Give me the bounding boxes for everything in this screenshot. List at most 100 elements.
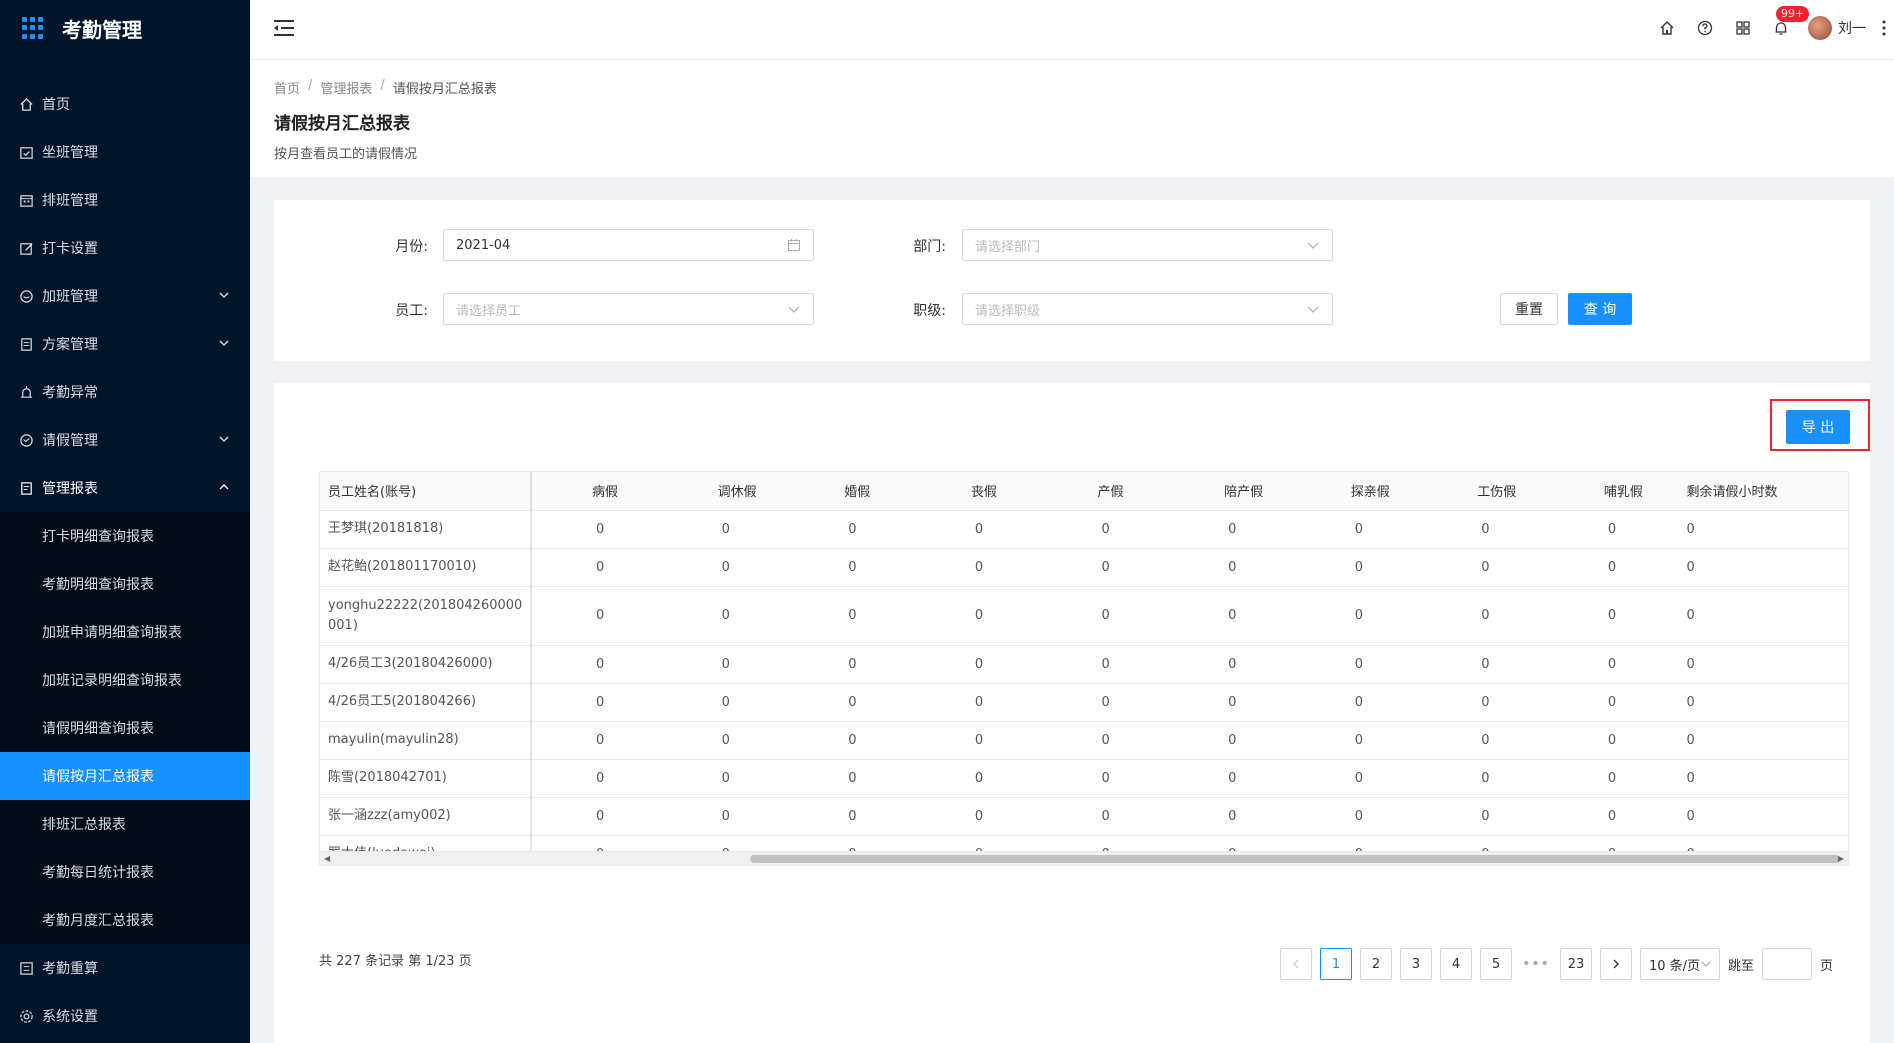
sidebar-item[interactable]: 管理报表 <box>0 464 250 512</box>
page-button[interactable]: 5 <box>1480 948 1512 980</box>
edit-icon <box>18 240 34 256</box>
sidebar-item[interactable]: 考勤异常 <box>0 368 250 416</box>
sidebar: 考勤管理 首页坐班管理 排班管理 打卡设置 加班管理 方案管理 考勤异常 请假管理管理报表打… <box>0 0 250 1043</box>
month-picker[interactable]: 2021-04 <box>443 229 814 261</box>
leave-value-cell: 0 <box>1290 645 1418 684</box>
leave-value-cell: 0 <box>1543 683 1671 722</box>
sidebar-subitem[interactable]: 加班记录明细查询报表 <box>0 656 250 704</box>
settings-icon <box>18 1008 34 1024</box>
chevron-up-icon <box>219 484 229 490</box>
breadcrumb-home[interactable]: 首页 <box>274 78 300 97</box>
leave-value-cell: 0 <box>1417 645 1544 684</box>
scroll-left-icon[interactable]: ◀ <box>324 854 330 863</box>
sidebar-menu: 首页坐班管理 排班管理 打卡设置 加班管理 方案管理 考勤异常 请假管理管理报表打卡明细查询… <box>0 80 250 1040</box>
scroll-right-icon[interactable]: ▶ <box>1838 854 1844 863</box>
sidebar-subitem[interactable]: 排班汇总报表 <box>0 800 250 848</box>
page-ellipsis[interactable]: ••• <box>1520 956 1552 972</box>
sidebar-subitem[interactable]: 请假明细查询报表 <box>0 704 250 752</box>
leave-value-cell: 0 <box>910 721 1038 760</box>
leave-value-cell: 0 <box>1670 510 1848 549</box>
avatar[interactable] <box>1808 16 1832 40</box>
sidebar-item[interactable]: 请假管理 <box>0 416 250 464</box>
sidebar-subitem-active[interactable]: 请假按月汇总报表 <box>0 752 250 800</box>
help-icon[interactable] <box>1686 0 1724 56</box>
table-header-cell: 陪产假 <box>1164 472 1291 511</box>
employee-name-cell: 陈雪(2018042701) <box>320 759 533 798</box>
sidebar-item[interactable]: 首页 <box>0 80 250 128</box>
leave-value-cell: 0 <box>784 683 911 722</box>
table-row[interactable]: 4/26员工5(201804266) 0 0 0 0 0 0 0 0 0 0 <box>320 683 1848 722</box>
dept-select[interactable]: 请选择部门 <box>962 229 1333 261</box>
page-button[interactable]: 3 <box>1400 948 1432 980</box>
table-row[interactable]: 王梦琪(20181818) 0 0 0 0 0 0 0 0 0 0 <box>320 510 1848 549</box>
leave-value-cell: 0 <box>784 797 911 836</box>
menu-fold-icon[interactable] <box>274 19 294 37</box>
sidebar-item[interactable]: 排班管理 <box>0 176 250 224</box>
sidebar-subitem[interactable]: 考勤月度汇总报表 <box>0 896 250 944</box>
sidebar-subitem[interactable]: 打卡明细查询报表 <box>0 512 250 560</box>
table-row[interactable]: 陈雪(2018042701) 0 0 0 0 0 0 0 0 0 0 <box>320 759 1848 798</box>
jump-page-input[interactable] <box>1762 948 1813 980</box>
leave-value-cell: 0 <box>784 548 911 587</box>
sidebar-item[interactable]: 方案管理 <box>0 320 250 368</box>
employee-select[interactable]: 请选择员工 <box>443 293 814 325</box>
horizontal-scrollbar[interactable]: ◀ ▶ <box>320 851 1848 865</box>
app-logo[interactable]: 考勤管理 <box>0 0 250 56</box>
table-header-cell: 婚假 <box>784 472 911 511</box>
export-button[interactable]: 导 出 <box>1786 410 1850 444</box>
notification-bell[interactable]: 99+ <box>1762 0 1810 56</box>
month-value: 2021-04 <box>456 237 511 253</box>
breadcrumb-reports[interactable]: 管理报表 <box>320 78 372 97</box>
next-page-button[interactable] <box>1600 948 1632 980</box>
leave-value-cell: 0 <box>784 721 911 760</box>
sidebar-item[interactable]: 系统设置 <box>0 992 250 1040</box>
sidebar-item[interactable]: 考勤重算 <box>0 944 250 992</box>
table-row[interactable]: mayulin(mayulin28) 0 0 0 0 0 0 0 0 0 0 <box>320 721 1848 760</box>
rank-select[interactable]: 请选择职级 <box>962 293 1333 325</box>
app-grid-icon <box>22 17 44 39</box>
rank-placeholder: 请选择职级 <box>975 303 1041 319</box>
leave-value-cell: 0 <box>1164 586 1291 646</box>
bell-icon <box>1775 22 1787 35</box>
page-button[interactable]: 4 <box>1440 948 1472 980</box>
leave-value-cell: 0 <box>1164 683 1291 722</box>
sidebar-subitem[interactable]: 加班申请明细查询报表 <box>0 608 250 656</box>
scroll-thumb[interactable] <box>750 855 1840 863</box>
prev-page-button[interactable] <box>1280 948 1312 980</box>
page-button[interactable]: 2 <box>1360 948 1392 980</box>
calendar-icon <box>788 239 800 251</box>
leave-value-cell: 0 <box>1670 645 1848 684</box>
page-button-last[interactable]: 23 <box>1560 948 1592 980</box>
dept-placeholder: 请选择部门 <box>975 239 1041 255</box>
apps-icon[interactable] <box>1724 0 1762 56</box>
user-name[interactable]: 刘一 <box>1838 18 1866 38</box>
dept-label: 部门: <box>913 239 946 255</box>
sidebar-item[interactable]: 坐班管理 <box>0 128 250 176</box>
sidebar-subitem[interactable]: 考勤每日统计报表 <box>0 848 250 896</box>
sidebar-item[interactable]: 打卡设置 <box>0 224 250 272</box>
leave-value-cell: 0 <box>784 645 911 684</box>
table-row[interactable]: 4/26员工3(20180426000) 0 0 0 0 0 0 0 0 0 0 <box>320 645 1848 684</box>
leave-value-cell: 0 <box>1670 683 1848 722</box>
table-row[interactable]: 赵花鲐(201801170010) 0 0 0 0 0 0 0 0 0 0 <box>320 548 1848 587</box>
sidebar-subitem[interactable]: 考勤明细查询报表 <box>0 560 250 608</box>
leave-value-cell: 0 <box>784 759 911 798</box>
page-button[interactable]: 1 <box>1320 948 1352 980</box>
table-row[interactable]: yonghu22222(201804260000001) 0 0 0 0 0 0 0 0 0 0 <box>320 586 1848 646</box>
page-description: 按月查看员工的请假情况 <box>274 147 418 162</box>
table-row[interactable]: 张一涵zzz(amy002) 0 0 0 0 0 0 0 0 0 0 <box>320 797 1848 836</box>
sidebar-item-label: 首页 <box>42 97 70 113</box>
page-suffix-label: 页 <box>1820 958 1834 974</box>
page-size-select[interactable]: 10 条/页 <box>1640 948 1720 980</box>
leave-value-cell: 0 <box>657 548 785 587</box>
leave-value-cell: 0 <box>1417 721 1544 760</box>
reset-button[interactable]: 重置 <box>1500 293 1558 325</box>
table-header-cell: 产假 <box>1037 472 1165 511</box>
employee-name-cell: 赵花鲐(201801170010) <box>320 548 533 587</box>
sidebar-item-label: 管理报表 <box>42 481 98 497</box>
sidebar-item[interactable]: 加班管理 <box>0 272 250 320</box>
leave-value-cell: 0 <box>531 797 658 836</box>
query-button[interactable]: 查 询 <box>1568 293 1632 325</box>
home-icon[interactable] <box>1648 0 1686 56</box>
more-vertical-icon[interactable] <box>1874 0 1894 56</box>
